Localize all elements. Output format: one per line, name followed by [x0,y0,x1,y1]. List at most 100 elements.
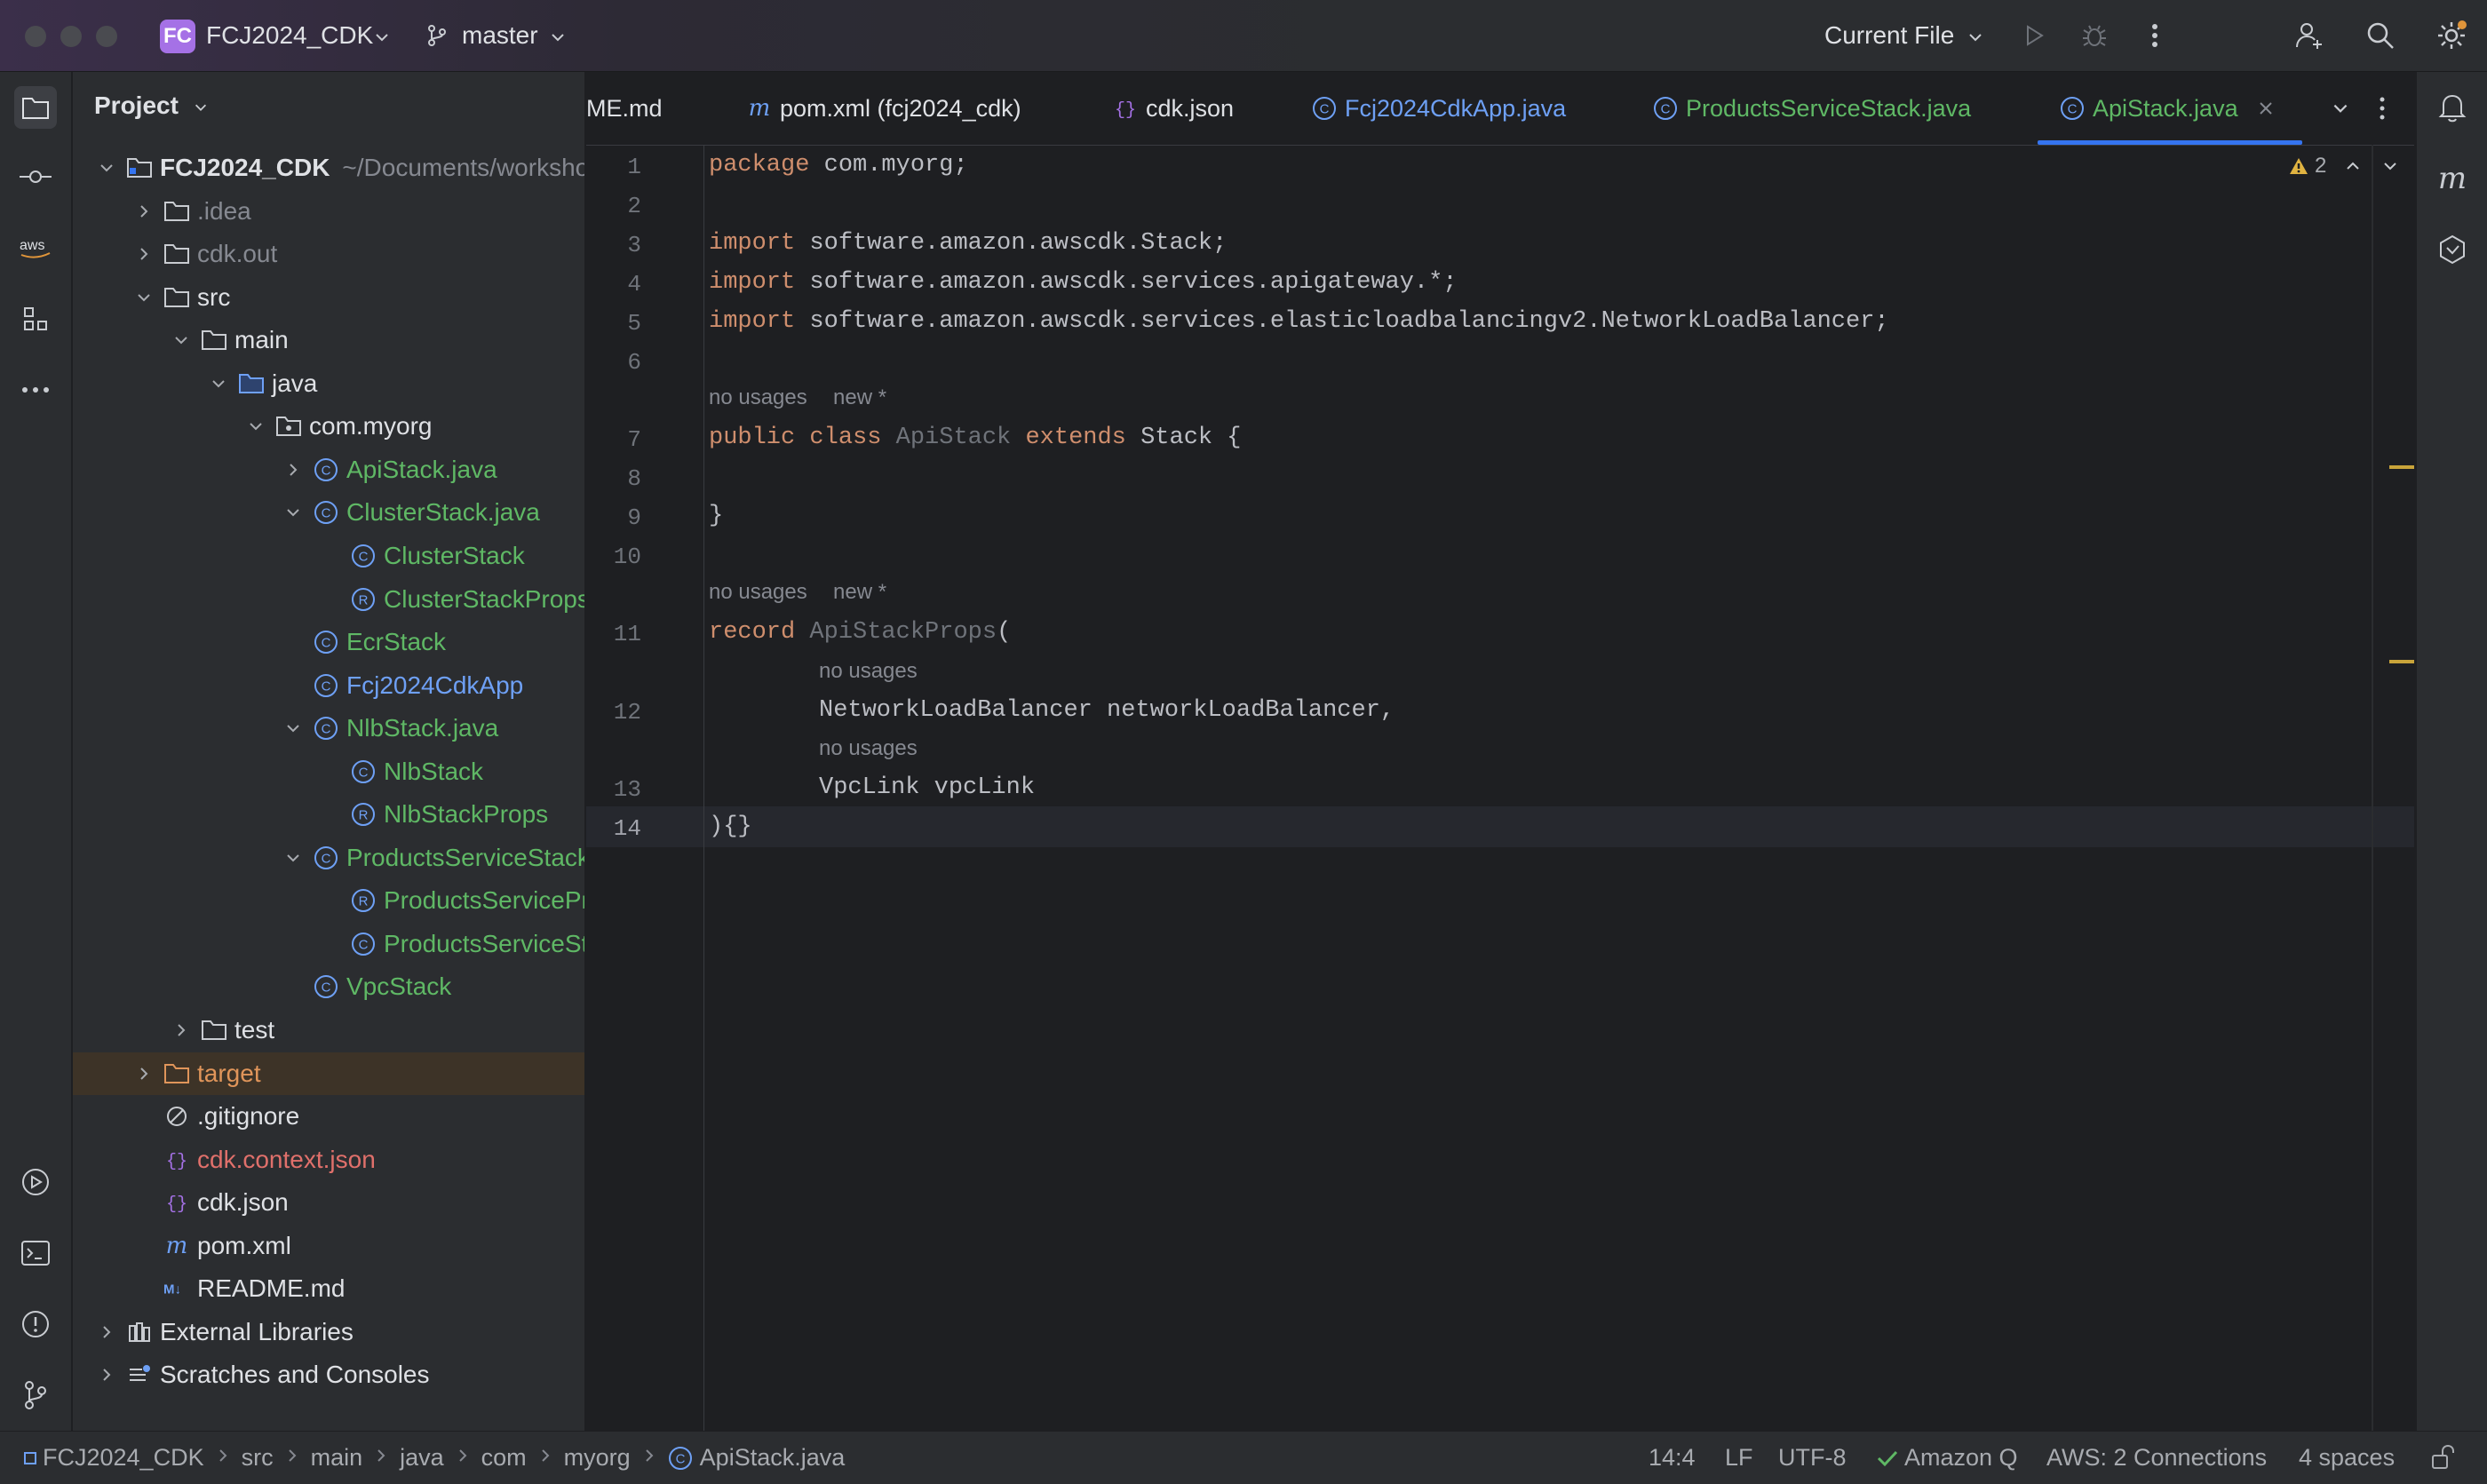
commit-icon[interactable] [14,155,57,198]
tree-item[interactable]: C ProductsServiceSta [73,923,584,965]
chevron-down-icon[interactable] [2381,157,2399,175]
tree-item[interactable]: C ApiStack.java [73,448,584,491]
project-badge[interactable]: FC [160,20,195,53]
chevron-down-icon[interactable] [1958,20,1993,55]
tree-item[interactable]: {} cdk.context.json [73,1139,584,1181]
tree-item[interactable]: .gitignore [73,1095,584,1138]
chevron-down-icon[interactable] [364,20,400,55]
search-icon[interactable] [2363,18,2398,53]
code-line[interactable]: record ApiStackProps( [709,619,1011,646]
usages-hint[interactable]: no usages [819,659,918,684]
close-window-button[interactable] [25,26,46,47]
tree-item[interactable]: main [73,319,584,361]
editor-tab[interactable]: C Fcj2024CdkApp.java [1311,72,1566,145]
tree-item[interactable]: C VpcStack [73,965,584,1008]
chevron-down-icon[interactable] [206,371,231,396]
chevron-down-icon[interactable] [131,285,156,310]
tree-item[interactable]: test [73,1009,584,1051]
editor-tab[interactable]: C ProductsServiceStack.java [1652,72,1971,145]
chevron-right-icon[interactable] [169,1018,194,1043]
chevron-right-icon[interactable] [281,457,306,482]
zoom-window-button[interactable] [96,26,117,47]
tree-item[interactable]: m pom.xml [73,1225,584,1267]
debug-icon[interactable] [2077,18,2112,53]
editor-tab[interactable]: ME.md [586,72,663,145]
code-line[interactable]: import software.amazon.awscdk.services.a… [709,269,1458,296]
tree-item[interactable]: C EcrStack [73,621,584,663]
more-vertical-icon[interactable] [2137,18,2173,53]
breadcrumb-item[interactable]: myorg [564,1444,631,1472]
tree-item[interactable]: cdk.out [73,233,584,275]
inspection-widget[interactable]: 2 [2288,154,2399,179]
code-line[interactable]: VpcLink vpcLink [819,774,1035,801]
project-folder-icon[interactable] [14,86,57,129]
chevron-right-icon[interactable] [131,242,156,266]
error-stripe-marker[interactable] [2389,465,2414,469]
tree-item[interactable]: C NlbStack.java [73,707,584,750]
chevron-right-icon[interactable] [131,199,156,224]
tab-list-chevron-icon[interactable] [2331,72,2350,145]
error-stripe-marker[interactable] [2389,660,2414,663]
chevron-down-icon[interactable] [540,20,576,55]
breadcrumb-item[interactable]: FCJ2024_CDK [23,1444,204,1472]
code-line[interactable]: import software.amazon.awscdk.Stack; [709,230,1227,257]
chevron-right-icon[interactable] [94,1320,119,1345]
code-line-current[interactable]: ){} [709,813,752,840]
tree-item[interactable]: java [73,362,584,405]
chevron-down-icon[interactable] [243,414,268,439]
tree-item[interactable]: External Libraries [73,1311,584,1353]
line-separator[interactable]: LF [1725,1444,1753,1472]
chevron-down-icon[interactable] [281,500,306,525]
aws-icon[interactable]: aws [14,226,57,269]
usages-hint[interactable]: no usages [709,580,807,605]
tree-item[interactable]: C ProductsServiceStack.j [73,837,584,879]
breadcrumb-item[interactable]: src [242,1444,274,1472]
run-icon[interactable] [2016,18,2052,53]
chevron-down-icon[interactable] [94,155,119,180]
tree-item[interactable]: FCJ2024_CDK ~/Documents/workshop [73,147,584,189]
project-switcher[interactable]: FCJ2024_CDK [206,21,373,50]
breadcrumb-item[interactable]: C ApiStack.java [668,1444,845,1472]
run-config-selector[interactable]: Current File [1824,21,1954,50]
maven-icon[interactable]: m [2431,157,2474,200]
tree-item[interactable]: R ClusterStackProps [73,578,584,621]
editor-scrollbar[interactable] [2372,145,2373,1431]
terminal-icon[interactable] [14,1232,57,1274]
editor-tab[interactable]: {} cdk.json [1112,72,1234,145]
breadcrumb-item[interactable]: java [400,1444,444,1472]
structure-icon[interactable] [14,298,57,340]
tree-item[interactable]: C ClusterStack.java [73,491,584,534]
indent-setting[interactable]: 4 spaces [2299,1444,2395,1472]
author-hint[interactable]: new * [833,385,886,410]
chevron-right-icon[interactable] [94,1362,119,1387]
tree-item[interactable]: C Fcj2024CdkApp [73,664,584,707]
aws-connections[interactable]: AWS: 2 Connections [2046,1444,2267,1472]
chevron-right-icon[interactable] [131,1061,156,1086]
chevron-down-icon[interactable] [281,716,306,741]
branch-switcher[interactable]: master [462,21,538,50]
chevron-down-icon[interactable] [169,328,194,353]
settings-icon[interactable] [2434,18,2469,53]
code-line[interactable]: public class ApiStack extends Stack { [709,425,1242,451]
tree-item[interactable]: Scratches and Consoles [73,1353,584,1396]
tree-item[interactable]: R NlbStackProps [73,793,584,836]
services-icon[interactable] [14,1161,57,1203]
git-icon[interactable] [14,1374,57,1417]
notifications-icon[interactable] [2431,86,2474,129]
tree-item[interactable]: R ProductsServicePro [73,879,584,922]
code-line[interactable]: import software.amazon.awscdk.services.e… [709,308,1889,335]
editor-tab[interactable]: m pom.xml (fcj2024_cdk) [746,72,1021,145]
more-vertical-icon[interactable] [2379,72,2386,145]
minimize-window-button[interactable] [60,26,82,47]
tree-item[interactable]: {} cdk.json [73,1181,584,1224]
usages-hint[interactable]: no usages [819,736,918,761]
breadcrumb-item[interactable]: main [311,1444,363,1472]
code-line[interactable]: NetworkLoadBalancer networkLoadBalancer, [819,697,1394,724]
tree-item[interactable]: C NlbStack [73,750,584,793]
file-encoding[interactable]: UTF-8 [1778,1444,1847,1472]
unlock-icon[interactable] [2430,1444,2455,1475]
amazon-q-icon[interactable] [2431,228,2474,271]
tree-item[interactable]: com.myorg [73,405,584,448]
tree-item[interactable]: target [73,1051,584,1095]
tree-item[interactable]: C ClusterStack [73,535,584,577]
